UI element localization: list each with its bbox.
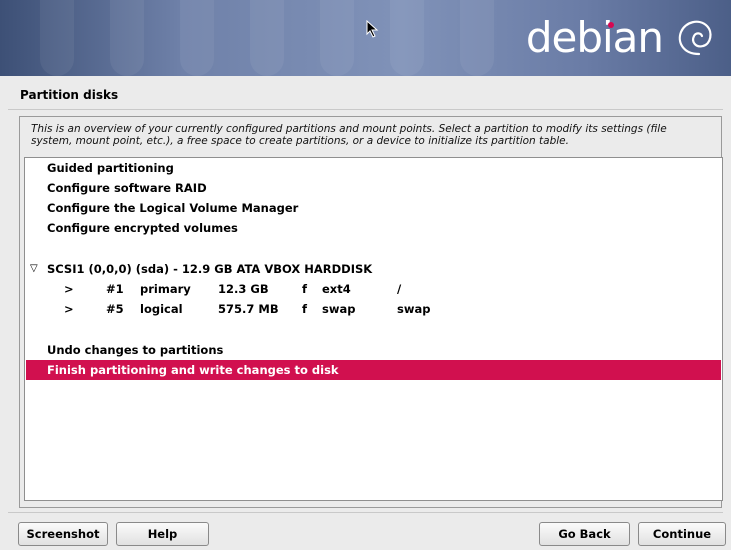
banner-stripe — [460, 0, 494, 76]
partition-filesystem: swap — [322, 302, 356, 316]
help-button[interactable]: Help — [116, 522, 209, 546]
partition-size: 12.3 GB — [218, 282, 269, 296]
partition-mount-point: / — [397, 282, 402, 296]
list-item-guided-partitioning[interactable]: Guided partitioning — [26, 158, 721, 178]
page-description: This is an overview of your currently co… — [31, 123, 667, 147]
partition-number: #5 — [106, 302, 124, 316]
list-item-label: Configure the Logical Volume Manager — [47, 201, 299, 215]
partition-type: logical — [140, 302, 183, 316]
partition-filesystem: ext4 — [322, 282, 351, 296]
debian-logo-text: debian — [525, 13, 664, 62]
banner-stripe — [110, 0, 144, 76]
list-item-label: Configure software RAID — [47, 181, 207, 195]
mouse-pointer-icon — [366, 20, 379, 38]
list-item-configure-encrypted[interactable]: Configure encrypted volumes — [26, 218, 721, 238]
partition-size: 575.7 MB — [218, 302, 279, 316]
list-item-label: Undo changes to partitions — [47, 343, 224, 357]
debian-banner: debian — [0, 0, 731, 76]
banner-stripe — [40, 0, 74, 76]
banner-stripe — [320, 0, 354, 76]
collapse-triangle-icon: ▽ — [30, 263, 38, 274]
list-item-configure-lvm[interactable]: Configure the Logical Volume Manager — [26, 198, 721, 218]
partition-number: #1 — [106, 282, 124, 296]
disk-label: SCSI1 (0,0,0) (sda) - 12.9 GB ATA VBOX H… — [47, 262, 373, 276]
list-item-finish-partitioning[interactable]: Finish partitioning and write changes to… — [26, 360, 721, 380]
list-item-undo-changes[interactable]: Undo changes to partitions — [26, 340, 721, 360]
list-item-label: Finish partitioning and write changes to… — [47, 363, 339, 377]
banner-stripe — [180, 0, 214, 76]
list-item-partition-1[interactable]: > #1 primary 12.3 GB f ext4 / — [26, 279, 721, 299]
go-back-button[interactable]: Go Back — [539, 522, 630, 546]
banner-stripe — [390, 0, 424, 76]
list-item-partition-5[interactable]: > #5 logical 575.7 MB f swap swap — [26, 299, 721, 319]
debian-swirl-icon — [678, 20, 712, 56]
title-divider — [8, 109, 723, 110]
partition-format-flag: f — [302, 302, 308, 316]
page-title: Partition disks — [20, 88, 119, 102]
continue-button[interactable]: Continue — [638, 522, 726, 546]
button-bar-divider — [8, 512, 723, 513]
partition-type: primary — [140, 282, 191, 296]
list-item-disk-sda[interactable]: ▽ SCSI1 (0,0,0) (sda) - 12.9 GB ATA VBOX… — [26, 259, 721, 279]
banner-stripe — [250, 0, 284, 76]
list-item-configure-raid[interactable]: Configure software RAID — [26, 178, 721, 198]
partition-format-flag: f — [302, 282, 308, 296]
partition-mount-point: swap — [397, 302, 431, 316]
partition-marker: > — [64, 282, 74, 296]
partition-list[interactable]: Guided partitioning Configure software R… — [24, 157, 723, 501]
list-item-label: Configure encrypted volumes — [47, 221, 238, 235]
list-item-label: Guided partitioning — [47, 161, 174, 175]
debian-logo-dot — [608, 22, 614, 28]
screenshot-button[interactable]: Screenshot — [18, 522, 108, 546]
partition-marker: > — [64, 302, 74, 316]
